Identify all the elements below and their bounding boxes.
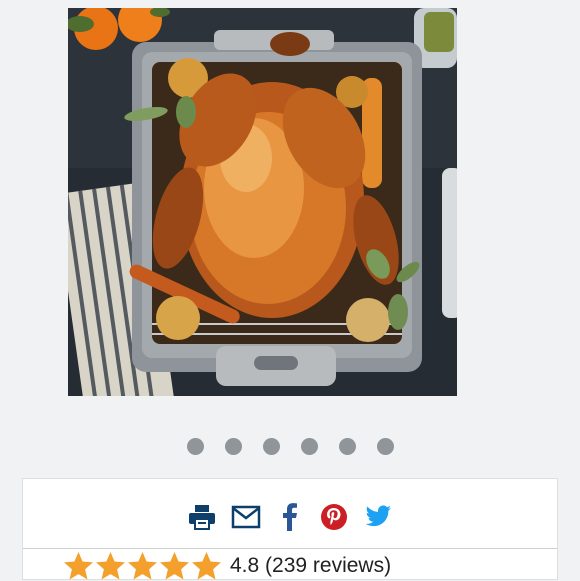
print-button[interactable] <box>187 502 217 532</box>
rating-value: 4.8 <box>230 554 260 577</box>
email-button[interactable] <box>231 502 261 532</box>
email-icon <box>231 505 261 529</box>
print-icon <box>189 505 215 530</box>
star-icon <box>160 552 189 580</box>
pinterest-icon <box>321 504 347 530</box>
turkey-image <box>68 8 457 396</box>
twitter-button[interactable] <box>363 502 393 532</box>
facebook-button[interactable] <box>275 502 305 532</box>
pinterest-button[interactable] <box>319 502 349 532</box>
recipe-photo[interactable] <box>68 8 457 396</box>
carousel-dot[interactable] <box>300 438 318 455</box>
rating-row[interactable]: 4.8 (239 reviews) <box>63 551 391 581</box>
star-icon <box>192 552 221 580</box>
divider <box>23 548 557 549</box>
twitter-icon <box>365 505 391 527</box>
carousel-dots <box>0 438 580 458</box>
review-count: (239 reviews) <box>265 554 392 577</box>
star-icon <box>64 552 93 580</box>
rating-stars <box>63 551 222 581</box>
rating-score: 4.8 (239 reviews) <box>230 554 391 578</box>
share-toolbar <box>23 499 557 535</box>
carousel-dot[interactable] <box>186 438 204 455</box>
star-icon <box>96 552 125 580</box>
star-icon <box>128 552 157 580</box>
recipe-card: 4.8 (239 reviews) <box>22 478 558 580</box>
carousel-dot[interactable] <box>224 438 242 455</box>
carousel-dot[interactable] <box>262 438 280 455</box>
carousel-dot[interactable] <box>376 438 394 455</box>
carousel-dot[interactable] <box>338 438 356 455</box>
facebook-icon <box>283 503 297 531</box>
